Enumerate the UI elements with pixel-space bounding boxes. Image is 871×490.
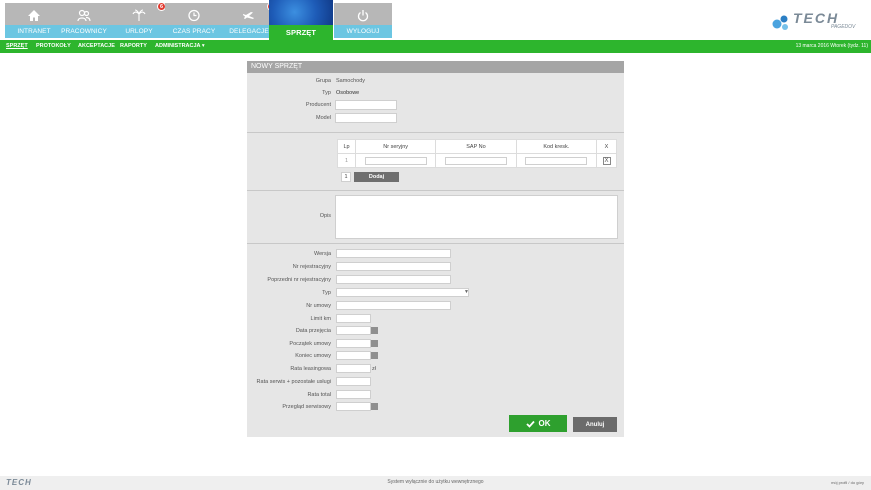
column-header-kod-kresk: Kod kresk. <box>515 139 598 154</box>
subnav-sprzet[interactable]: SPRZĘT <box>6 40 28 53</box>
nr-rejestracyjny-input[interactable] <box>336 262 451 271</box>
wersja-label: Wersja <box>313 251 331 257</box>
users-icon <box>55 6 113 24</box>
column-header-nr-seryjny: Nr seryjny <box>354 139 437 154</box>
top-navigation: INTRANET PRACOWNICY 6 URLOPY CZAS PRACY … <box>0 0 871 40</box>
grupa-label: Grupa <box>315 78 331 84</box>
producent-label: Producent <box>305 102 331 108</box>
form-title: NOWY SPRZĘT <box>247 61 624 73</box>
rata-leasingowa-input[interactable] <box>336 364 371 373</box>
delete-cell: X <box>596 153 617 168</box>
nr-umowy-label: Nr umowy <box>306 303 331 309</box>
subnav-administracja[interactable]: ADMINISTRACJA ▾ <box>155 40 205 53</box>
sub-navigation: SPRZĘT PROTOKOŁY AKCEPTACJE RAPORTY ADMI… <box>0 40 871 53</box>
typ-value: Osobowe <box>336 90 360 96</box>
nr-umowy-input[interactable] <box>336 301 451 310</box>
producent-input[interactable] <box>335 100 397 110</box>
page-footer: TECH System wyłącznie do użytku wewnętrz… <box>0 476 871 490</box>
rata-leasingowa-label: Rata leasingowa <box>290 366 331 372</box>
nr-seryjny-cell <box>354 153 437 168</box>
add-row-button[interactable]: Dodaj <box>354 172 399 182</box>
data-przejecia-label: Data przejęcia <box>295 328 331 334</box>
limit-km-input[interactable] <box>336 314 371 323</box>
rata-serwis-input[interactable] <box>336 377 371 386</box>
rata-serwis-label: Rata serwis + pozostałe usługi <box>256 379 331 385</box>
row-lp: 1 <box>337 153 356 168</box>
subnav-protokoly[interactable]: PROTOKOŁY <box>36 40 71 53</box>
nr-seryjny-input[interactable] <box>364 156 427 165</box>
subnav-akceptacje[interactable]: AKCEPTACJE <box>78 40 115 53</box>
sap-no-cell <box>435 153 517 168</box>
nr-rej-label: Nr rejestracyjny <box>292 264 331 270</box>
tab-urlopy[interactable]: 6 URLOPY <box>110 2 168 38</box>
tab-czas-pracy[interactable]: CZAS PRACY <box>165 3 223 38</box>
opis-label: Opis <box>319 213 331 219</box>
tab-label: URLOPY <box>110 25 168 38</box>
limit-km-label: Limit km <box>310 316 331 322</box>
tab-label: SPRZĘT <box>269 25 333 40</box>
logo-mark-icon <box>772 15 788 30</box>
footer-links[interactable]: mój profil / do góry <box>831 480 864 485</box>
footer-text: System wyłącznie do użytku wewnętrznego <box>387 479 484 485</box>
typ-select[interactable] <box>336 288 469 297</box>
koniec-umowy-input[interactable] <box>336 351 371 360</box>
new-equipment-form: NOWY SPRZĘT Grupa Samochody Typ Osobowe … <box>247 61 624 437</box>
rata-total-input[interactable] <box>336 390 371 399</box>
currency-label: zł <box>372 366 376 372</box>
kod-kresk-cell <box>515 153 598 168</box>
tab-label: PRACOWNICY <box>55 25 113 38</box>
wersja-input[interactable] <box>336 249 451 258</box>
koniec-umowy-label: Koniec umowy <box>295 353 331 359</box>
calendar-icon[interactable] <box>371 403 378 410</box>
rata-total-label: Rata total <box>307 392 331 398</box>
cancel-button[interactable]: Anuluj <box>573 417 617 432</box>
przeglad-serwisowy-input[interactable] <box>336 402 371 411</box>
tab-label: WYLOGUJ <box>334 25 392 38</box>
serial-numbers-table: Lp Nr seryjny SAP No Kod kresk. X 1 X <box>337 139 617 168</box>
ok-button[interactable]: OK <box>509 415 567 432</box>
checkmark-icon <box>525 420 535 428</box>
section-divider <box>247 190 624 191</box>
przeglad-label: Przegląd serwisowy <box>282 404 331 410</box>
column-header-x: X <box>596 139 617 154</box>
subnav-raporty[interactable]: RAPORTY <box>120 40 147 53</box>
opis-textarea[interactable] <box>335 195 618 239</box>
typ-label: Typ <box>322 90 331 96</box>
logo-subtext: PAGEDOV <box>831 24 856 30</box>
data-przejecia-input[interactable] <box>336 326 371 335</box>
model-label: Model <box>316 115 331 121</box>
section-divider <box>247 243 624 244</box>
poczatek-umowy-input[interactable] <box>336 339 371 348</box>
clock-icon <box>165 6 223 24</box>
tab-wyloguj[interactable]: WYLOGUJ <box>334 3 392 38</box>
kod-kresk-input[interactable] <box>525 156 588 165</box>
chevron-down-icon: ▼ <box>464 289 469 295</box>
tab-pracownicy[interactable]: PRACOWNICY <box>55 3 113 38</box>
tab-label: CZAS PRACY <box>165 25 223 38</box>
poprzedni-nr-rejestracyjny-input[interactable] <box>336 275 451 284</box>
calendar-icon[interactable] <box>371 340 378 347</box>
sap-no-input[interactable] <box>444 156 507 165</box>
grupa-value: Samochody <box>336 78 366 84</box>
column-header-sap-no: SAP No <box>435 139 517 154</box>
row-count-input[interactable]: 1 <box>341 172 351 182</box>
calendar-icon[interactable] <box>371 327 378 334</box>
company-logo: TECH PAGEDOV <box>771 10 861 32</box>
table-header-row: Lp Nr seryjny SAP No Kod kresk. X <box>337 139 617 154</box>
section-divider <box>247 132 624 133</box>
typ2-label: Typ <box>322 290 331 296</box>
power-icon <box>334 6 392 24</box>
ok-label: OK <box>538 419 551 428</box>
calendar-icon[interactable] <box>371 352 378 359</box>
tab-sprzet[interactable]: SPRZĘT <box>269 0 333 40</box>
poprz-nr-rej-label: Poprzedni nr rejestracyjny <box>267 277 331 283</box>
table-row: 1 X <box>337 153 617 168</box>
column-header-lp: Lp <box>337 139 356 154</box>
delete-row-checkbox[interactable]: X <box>602 156 611 165</box>
current-date: 13 marca 2016 Wtorek (tydz. 11) <box>795 43 868 49</box>
model-input[interactable] <box>335 113 397 123</box>
equipment-icon <box>269 3 333 21</box>
poczatek-umowy-label: Początek umowy <box>289 341 331 347</box>
